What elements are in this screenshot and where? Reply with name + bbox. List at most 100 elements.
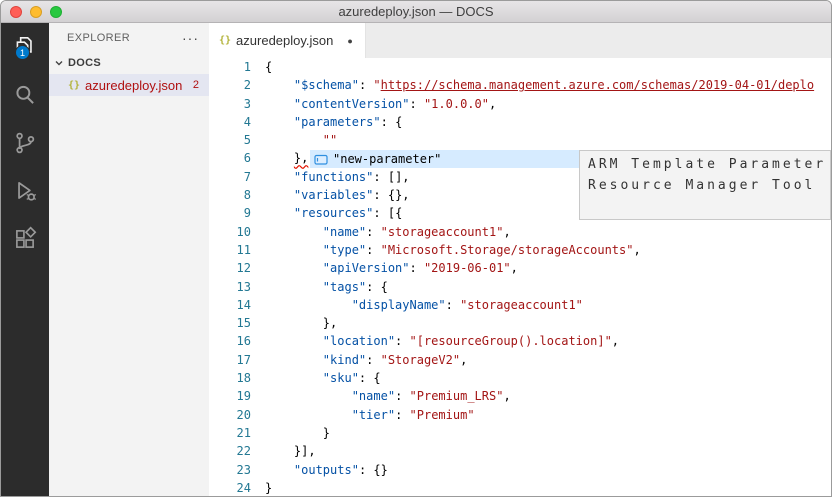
code-line[interactable]: 3 "contentVersion": "1.0.0.0", [209, 95, 831, 113]
suggestion-docs-panel: ARM Template Parameter Resource Manager … [579, 150, 831, 220]
code-line[interactable]: 20 "tier": "Premium" [209, 406, 831, 424]
code-line-content[interactable]: "functions": [], [265, 168, 410, 186]
close-button[interactable] [10, 6, 22, 18]
folder-section-label: DOCS [68, 57, 101, 69]
line-number: 4 [209, 113, 265, 131]
code-line[interactable]: 17 "kind": "StorageV2", [209, 351, 831, 369]
run-debug-activity-button[interactable] [1, 167, 49, 215]
code-line[interactable]: 18 "sku": { [209, 369, 831, 387]
code-line-content[interactable]: "name": "storageaccount1", [265, 223, 511, 241]
line-number: 16 [209, 332, 265, 350]
line-number: 24 [209, 479, 265, 496]
code-line[interactable]: 12 "apiVersion": "2019-06-01", [209, 259, 831, 277]
run-debug-icon [12, 178, 38, 204]
line-number: 2 [209, 76, 265, 94]
code-line-content[interactable]: "resources": [{ [265, 204, 402, 222]
line-number: 14 [209, 296, 265, 314]
chevron-down-icon [53, 57, 65, 69]
code-line-content[interactable]: "sku": { [265, 369, 381, 387]
sidebar-title: EXPLORER [67, 32, 130, 44]
line-number: 22 [209, 442, 265, 460]
code-editor[interactable]: 1{2 "$schema": "https://schema.managemen… [209, 58, 831, 496]
line-number: 19 [209, 387, 265, 405]
extensions-icon [12, 226, 38, 252]
code-line-content[interactable]: "tags": { [265, 278, 388, 296]
code-line-content[interactable]: "kind": "StorageV2", [265, 351, 467, 369]
sidebar-header: EXPLORER ··· [49, 23, 209, 52]
json-file-icon: {} [219, 35, 231, 46]
search-activity-button[interactable] [1, 71, 49, 119]
explorer-activity-button[interactable]: 1 [1, 23, 49, 71]
window-title: azuredeploy.json — DOCS [1, 4, 831, 19]
line-number: 12 [209, 259, 265, 277]
tab-bar: {} azuredeploy.json ● [209, 23, 831, 58]
minimize-button[interactable] [30, 6, 42, 18]
modified-indicator[interactable]: ● [347, 36, 352, 46]
line-number: 21 [209, 424, 265, 442]
code-line-content[interactable]: "tier": "Premium" [265, 406, 475, 424]
code-line-content[interactable]: } [265, 479, 272, 496]
code-line[interactable]: 2 "$schema": "https://schema.management.… [209, 76, 831, 94]
code-line-content[interactable]: }], [265, 442, 316, 460]
code-line[interactable]: 23 "outputs": {} [209, 461, 831, 479]
vscode-window: azuredeploy.json — DOCS 1 [0, 0, 832, 497]
line-number: 3 [209, 95, 265, 113]
code-line[interactable]: 24} [209, 479, 831, 496]
file-item-azuredeploy-json[interactable]: {} azuredeploy.json 2 [49, 74, 209, 96]
code-line[interactable]: 14 "displayName": "storageaccount1" [209, 296, 831, 314]
code-line-content[interactable]: "location": "[resourceGroup().location]"… [265, 332, 619, 350]
code-line[interactable]: 16 "location": "[resourceGroup().locatio… [209, 332, 831, 350]
code-line-content[interactable]: "apiVersion": "2019-06-01", [265, 259, 518, 277]
tab-azuredeploy-json[interactable]: {} azuredeploy.json ● [209, 23, 366, 58]
code-line[interactable]: 22 }], [209, 442, 831, 460]
code-line-content[interactable]: "name": "Premium_LRS", [265, 387, 511, 405]
window-controls [10, 6, 62, 18]
source-control-activity-button[interactable] [1, 119, 49, 167]
code-line-content[interactable]: "contentVersion": "1.0.0.0", [265, 95, 496, 113]
json-file-icon: {} [68, 80, 80, 91]
code-line-content[interactable]: }, [265, 149, 308, 167]
code-line-content[interactable]: }, [265, 314, 337, 332]
code-line[interactable]: 19 "name": "Premium_LRS", [209, 387, 831, 405]
code-line-content[interactable]: { [265, 58, 272, 76]
suggestion-item-new-parameter[interactable]: "new-parameter" [310, 150, 579, 168]
code-line-content[interactable]: "parameters": { [265, 113, 402, 131]
code-line[interactable]: 1{ [209, 58, 831, 76]
code-line[interactable]: 21 } [209, 424, 831, 442]
code-line-content[interactable]: "type": "Microsoft.Storage/storageAccoun… [265, 241, 641, 259]
suggestion-doc-line: ARM Template Parameter [588, 154, 822, 175]
editor-group: {} azuredeploy.json ● 1{2 "$schema": "ht… [209, 23, 831, 496]
code-line[interactable]: 10 "name": "storageaccount1", [209, 223, 831, 241]
tab-label: azuredeploy.json [236, 33, 333, 48]
line-number: 1 [209, 58, 265, 76]
zoom-button[interactable] [50, 6, 62, 18]
file-name: azuredeploy.json [85, 78, 182, 93]
line-number: 23 [209, 461, 265, 479]
code-line-content[interactable]: "variables": {}, [265, 186, 410, 204]
code-line[interactable]: 15 }, [209, 314, 831, 332]
code-line-content[interactable]: "$schema": "https://schema.management.az… [265, 76, 814, 94]
code-line[interactable]: 5 "" [209, 131, 831, 149]
line-number: 8 [209, 186, 265, 204]
line-number: 15 [209, 314, 265, 332]
code-line-content[interactable]: "displayName": "storageaccount1" [265, 296, 583, 314]
problems-count-badge: 2 [193, 79, 199, 91]
folder-section-docs[interactable]: DOCS [49, 52, 209, 74]
suggestion-label: "new-parameter" [333, 152, 441, 166]
code-line[interactable]: 11 "type": "Microsoft.Storage/storageAcc… [209, 241, 831, 259]
line-number: 9 [209, 204, 265, 222]
line-number: 5 [209, 131, 265, 149]
code-line[interactable]: 4 "parameters": { [209, 113, 831, 131]
code-line-content[interactable]: } [265, 424, 330, 442]
sidebar-actions-button[interactable]: ··· [182, 34, 199, 42]
code-line-content[interactable]: "outputs": {} [265, 461, 388, 479]
property-suggestion-icon [314, 153, 328, 166]
code-line-content[interactable]: "" [265, 131, 337, 149]
extensions-activity-button[interactable] [1, 215, 49, 263]
line-number: 7 [209, 168, 265, 186]
line-number: 11 [209, 241, 265, 259]
line-number: 10 [209, 223, 265, 241]
code-line[interactable]: 13 "tags": { [209, 278, 831, 296]
line-number: 17 [209, 351, 265, 369]
titlebar: azuredeploy.json — DOCS [1, 1, 831, 23]
